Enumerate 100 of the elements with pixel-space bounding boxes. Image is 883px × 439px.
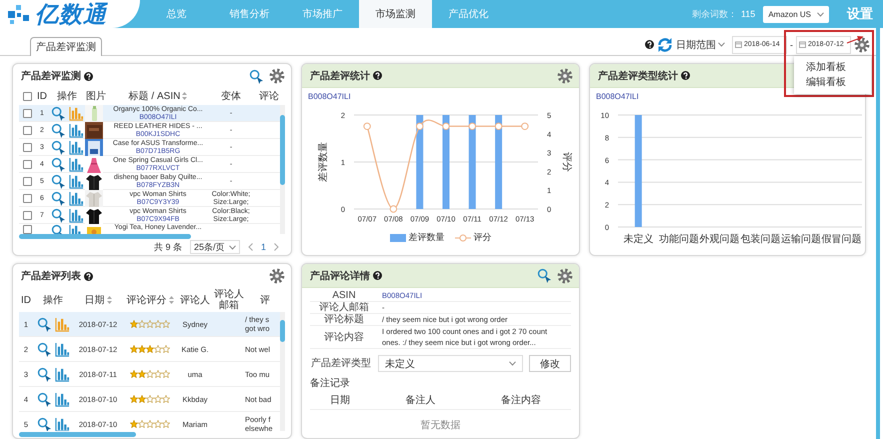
help-icon[interactable] [373, 71, 382, 80]
bar-chart-icon[interactable] [54, 366, 70, 382]
checkbox[interactable] [22, 211, 32, 220]
search-icon[interactable] [50, 106, 66, 122]
menu-item[interactable]: 添加看板 [794, 60, 871, 75]
column-header: 评论评分 [126, 294, 166, 306]
panel-title: 产品差评统计 [310, 70, 370, 82]
checkbox[interactable] [22, 92, 32, 101]
search-icon[interactable] [537, 268, 552, 283]
checkbox[interactable] [22, 126, 32, 136]
help-icon[interactable] [84, 272, 93, 280]
settings-icon[interactable] [557, 268, 573, 284]
scrollbar[interactable] [280, 114, 285, 185]
axis-label: 外观问题 [700, 234, 740, 245]
search-icon[interactable] [50, 123, 66, 138]
chevron-down-icon [228, 244, 236, 250]
help-icon[interactable] [645, 40, 654, 49]
search-icon[interactable] [50, 208, 66, 224]
help-icon[interactable] [681, 71, 690, 80]
checkbox[interactable] [22, 224, 32, 234]
column-header: 备注人 [404, 394, 436, 407]
search-icon[interactable] [36, 416, 52, 432]
field-label: 评论标题 [323, 314, 365, 325]
bar-chart-icon[interactable] [54, 392, 70, 406]
axis-title: 评分 [561, 152, 572, 172]
marketplace-select[interactable]: Amazon US [763, 6, 829, 22]
scrollbar[interactable] [876, 28, 880, 439]
column-header: 操作 [57, 90, 77, 104]
chevron-down-icon [817, 12, 824, 16]
bar-chart-icon[interactable] [54, 416, 70, 432]
column-header: 标题 / ASIN [128, 90, 180, 104]
panel-title: 产品差评列表 [21, 270, 81, 283]
checkbox[interactable] [22, 109, 32, 118]
date-range-dropdown[interactable]: 日期范围 [676, 38, 725, 52]
page-number[interactable]: 1 [260, 242, 266, 252]
logo-text: 亿数通 [35, 0, 107, 28]
type-select[interactable]: 未定义 [378, 355, 523, 372]
column-header: 日期 [84, 294, 104, 306]
sort-icon[interactable] [168, 296, 174, 304]
bar-chart-icon[interactable] [68, 191, 84, 206]
help-icon[interactable] [84, 72, 93, 80]
field-label: ASIN [331, 290, 357, 301]
bar-chart-icon[interactable] [54, 342, 70, 356]
chevron-down-icon [718, 42, 725, 47]
nav-tab[interactable]: 市场监测 [359, 0, 432, 28]
checkbox[interactable] [22, 160, 32, 170]
field-label: 评论人邮箱 [318, 302, 370, 313]
column-header: 操作 [43, 294, 63, 306]
axis-label: 运输问题 [781, 234, 821, 245]
legend-label: 差评数量 [408, 231, 444, 244]
sort-icon[interactable] [106, 296, 112, 304]
panel-title: 产品差评类型统计 [598, 70, 678, 82]
search-icon[interactable] [249, 68, 264, 84]
chevron-left-icon[interactable] [248, 243, 253, 252]
menu-item[interactable]: 编辑看板 [794, 75, 871, 90]
refresh-icon[interactable] [657, 36, 673, 52]
settings-icon[interactable] [269, 268, 285, 284]
checkbox[interactable] [22, 143, 32, 152]
section-title: 备注记录 [310, 376, 351, 390]
checkbox[interactable] [22, 194, 32, 204]
calendar-icon [735, 41, 742, 48]
edit-button[interactable]: 修改 [529, 355, 571, 372]
logo-icon [6, 3, 32, 25]
page-tab[interactable]: 产品差评监测 [30, 37, 102, 56]
search-icon[interactable] [36, 316, 52, 332]
scrollbar[interactable] [280, 320, 285, 342]
panel-title: 产品差评监测 [21, 70, 81, 83]
column-header: 评论 [259, 90, 279, 104]
column-header: 变体 [221, 90, 241, 104]
quota-label: 剩余词数： [692, 8, 737, 20]
settings-icon[interactable] [557, 68, 573, 84]
checkbox[interactable] [22, 177, 32, 186]
calendar-icon [799, 41, 806, 48]
search-icon[interactable] [50, 191, 66, 206]
page-size-select[interactable]: 25条/页 [190, 240, 240, 254]
search-icon[interactable] [50, 140, 66, 156]
settings-icon[interactable] [854, 36, 870, 52]
asin-link[interactable]: B008O47ILI [302, 88, 579, 101]
scrollbar[interactable] [19, 432, 136, 437]
bar-chart-icon[interactable] [68, 174, 84, 190]
help-icon[interactable] [373, 271, 382, 280]
panel-title: 产品评论详情 [310, 269, 370, 282]
bar-chart-icon[interactable] [68, 157, 84, 172]
search-icon[interactable] [50, 174, 66, 190]
search-icon[interactable] [50, 157, 66, 172]
search-icon[interactable] [36, 392, 52, 406]
column-header: 评论人邮箱 [213, 289, 245, 311]
date-separator: - [790, 40, 793, 50]
chevron-down-icon [509, 361, 516, 366]
settings-icon[interactable] [269, 68, 285, 84]
scrollbar[interactable] [19, 234, 192, 240]
bar-chart-icon[interactable] [68, 123, 84, 138]
axis-label: 假冒问题 [822, 234, 862, 245]
chevron-right-icon[interactable] [274, 243, 279, 252]
sort-icon[interactable] [182, 92, 188, 100]
total-count: 共 9 条 [154, 240, 182, 254]
search-icon[interactable] [36, 366, 52, 382]
bar-chart-icon[interactable] [68, 140, 84, 156]
search-icon[interactable] [36, 342, 52, 356]
bar-chart-icon[interactable] [68, 208, 84, 224]
